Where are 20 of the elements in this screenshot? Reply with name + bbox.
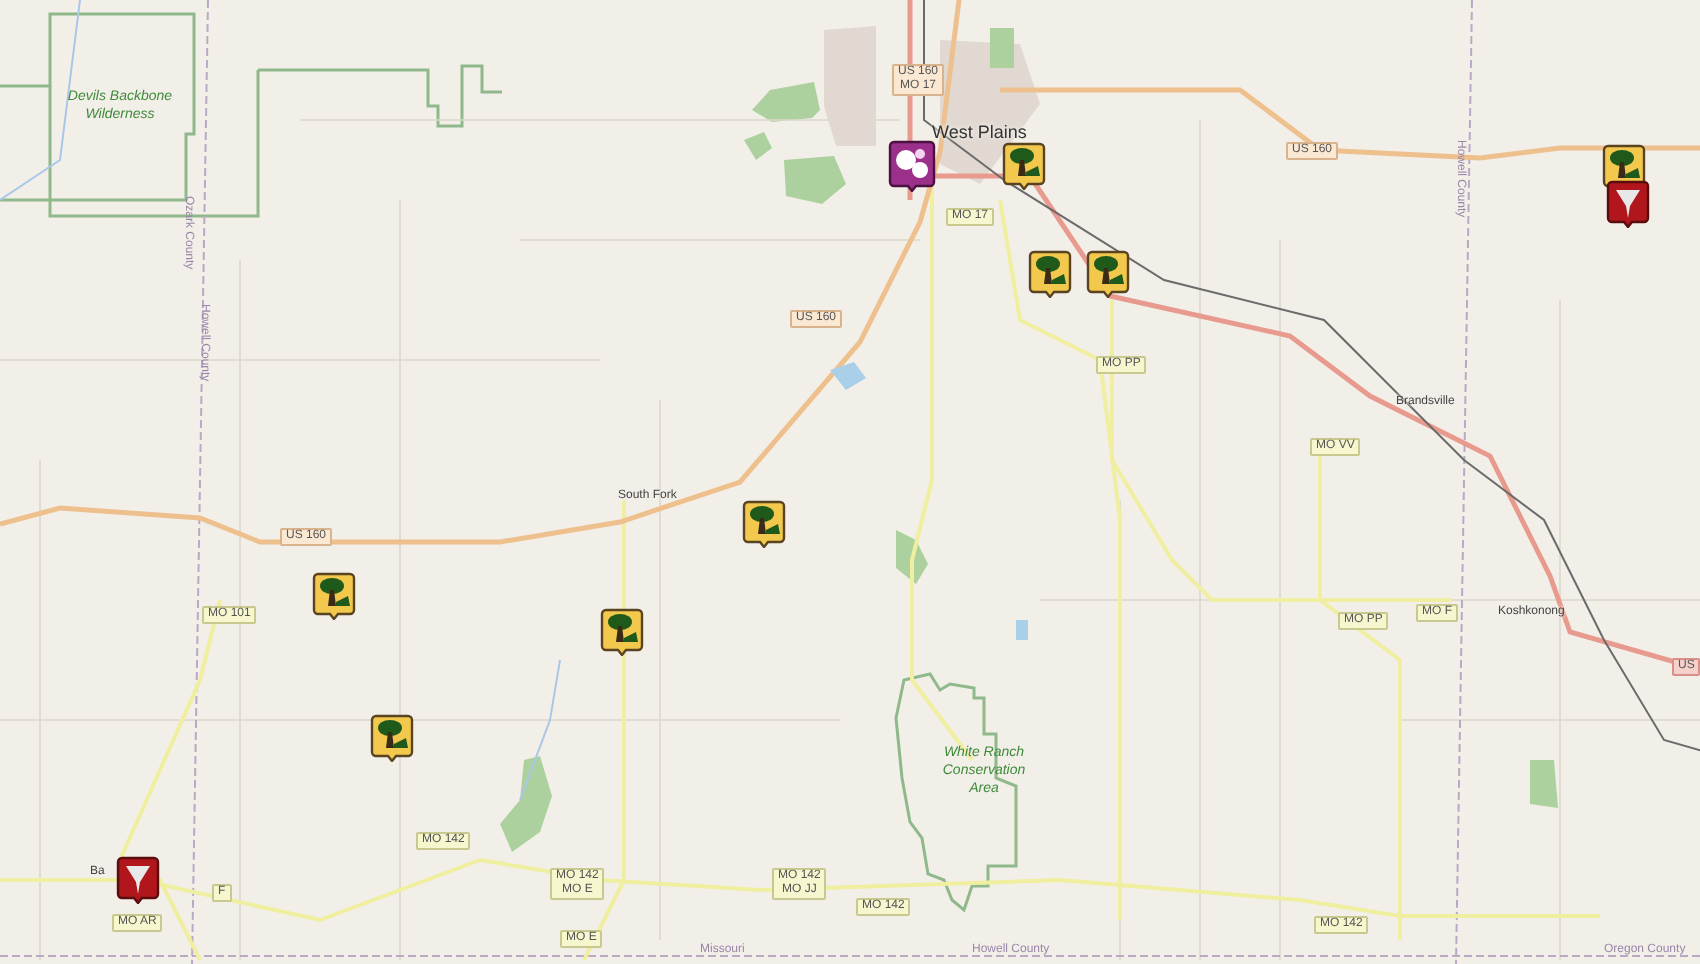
cluster-marker-icon[interactable] [888, 140, 936, 192]
tree-marker-icon[interactable] [1086, 250, 1130, 298]
park-area [990, 28, 1014, 68]
park-area [752, 82, 820, 122]
lake [830, 362, 866, 390]
park-area [1530, 760, 1558, 808]
tree-marker-icon[interactable] [312, 572, 356, 620]
park-area [500, 756, 552, 852]
tree-marker-icon[interactable] [370, 714, 414, 762]
tornado-marker-icon[interactable] [116, 856, 160, 904]
tree-marker-icon[interactable] [600, 608, 644, 656]
stream [519, 659, 561, 801]
tornado-marker-icon[interactable] [1606, 180, 1650, 228]
park-area [896, 530, 928, 584]
tree-marker-icon[interactable] [1028, 250, 1072, 298]
park-area [784, 156, 846, 204]
lake [1016, 620, 1028, 640]
tree-marker-icon[interactable] [742, 500, 786, 548]
park-area [744, 132, 772, 160]
tree-marker-icon[interactable] [1002, 142, 1046, 190]
